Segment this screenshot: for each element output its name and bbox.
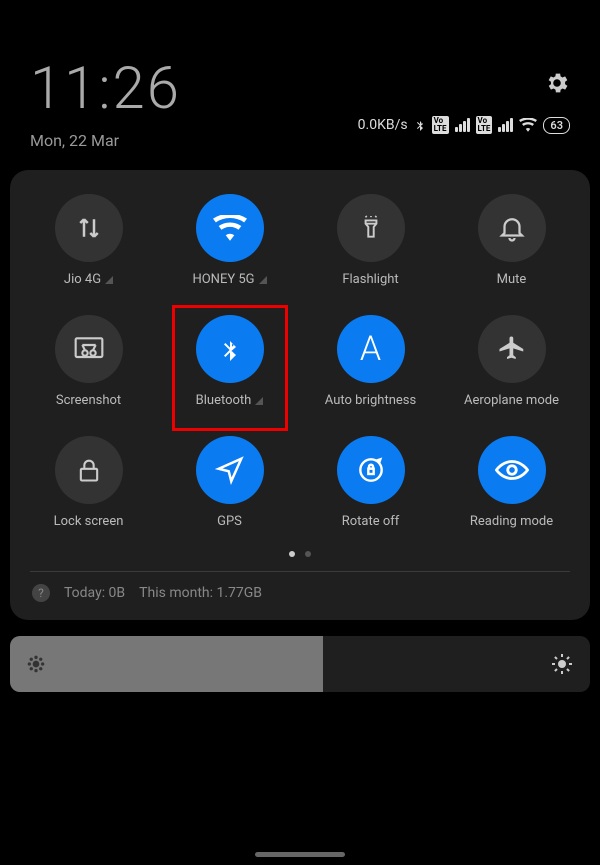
expand-icon [105,276,113,284]
battery-indicator: 63 [543,117,570,134]
bluetooth-status-icon [414,117,426,133]
clock: 11:26 [30,55,181,123]
page-indicator [22,551,578,557]
tile-auto-brightness[interactable]: A Auto brightness [304,315,437,408]
data-usage-row[interactable]: ? Today: 0B This month: 1.77GB [22,572,578,606]
tile-lock-screen[interactable]: Lock screen [22,436,155,529]
brightness-low-icon [26,654,46,674]
tile-label: Rotate off [342,514,400,529]
eye-icon [495,458,529,482]
tile-flashlight[interactable]: Flashlight [304,194,437,287]
usage-today: Today: 0B [64,585,125,601]
tile-reading-mode[interactable]: Reading mode [445,436,578,529]
brightness-fill [10,636,323,692]
tile-mute[interactable]: Mute [445,194,578,287]
tile-label: Lock screen [54,514,124,529]
home-indicator[interactable] [255,852,345,857]
tile-gps[interactable]: GPS [163,436,296,529]
tile-wifi[interactable]: HONEY 5G [163,194,296,287]
tile-label: Aeroplane mode [464,393,559,408]
info-icon: ? [32,584,50,602]
flashlight-icon [358,212,384,244]
brightness-slider[interactable] [10,636,590,692]
tile-bluetooth[interactable]: Bluetooth [163,315,296,408]
usage-month: This month: 1.77GB [139,585,262,601]
expand-icon [259,276,267,284]
volte-badge-2: VoLTE [476,116,493,134]
tile-label: HONEY 5G [192,272,254,287]
rotate-lock-icon [355,454,387,486]
tile-aeroplane-mode[interactable]: Aeroplane mode [445,315,578,408]
screenshot-icon [73,335,105,363]
bluetooth-icon [218,332,242,366]
quick-settings-panel: Jio 4G HONEY 5G Flashlight Mute Screensh… [10,170,590,620]
tile-label: Jio 4G [64,272,101,287]
tile-label: Bluetooth [196,393,252,408]
tile-label: Flashlight [342,272,398,287]
wifi-icon [213,215,247,241]
tile-screenshot[interactable]: Screenshot [22,315,155,408]
settings-icon[interactable] [544,70,570,96]
lock-icon [75,455,103,485]
expand-icon [255,397,263,405]
bell-icon [497,213,527,243]
airplane-icon [497,334,527,364]
status-bar: 0.0KB/s VoLTE VoLTE 63 [358,116,570,134]
tile-mobile-data[interactable]: Jio 4G [22,194,155,287]
tile-label: Screenshot [56,393,121,408]
tile-label: Reading mode [470,514,553,529]
tile-label: Mute [497,272,527,287]
data-arrows-icon [74,213,104,243]
brightness-high-icon [550,652,574,676]
tile-rotate[interactable]: Rotate off [304,436,437,529]
location-arrow-icon [215,455,245,485]
tile-label: GPS [217,514,242,529]
signal-icon-1 [455,118,470,132]
signal-icon-2 [498,118,513,132]
wifi-status-icon [519,118,537,132]
volte-badge-1: VoLTE [432,116,449,134]
date: Mon, 22 Mar [30,131,181,150]
header: 11:26 Mon, 22 Mar 0.0KB/s VoLTE VoLTE 63 [0,0,600,160]
network-speed: 0.0KB/s [358,117,408,133]
tile-label: Auto brightness [325,393,416,408]
letter-a-icon: A [360,329,381,369]
